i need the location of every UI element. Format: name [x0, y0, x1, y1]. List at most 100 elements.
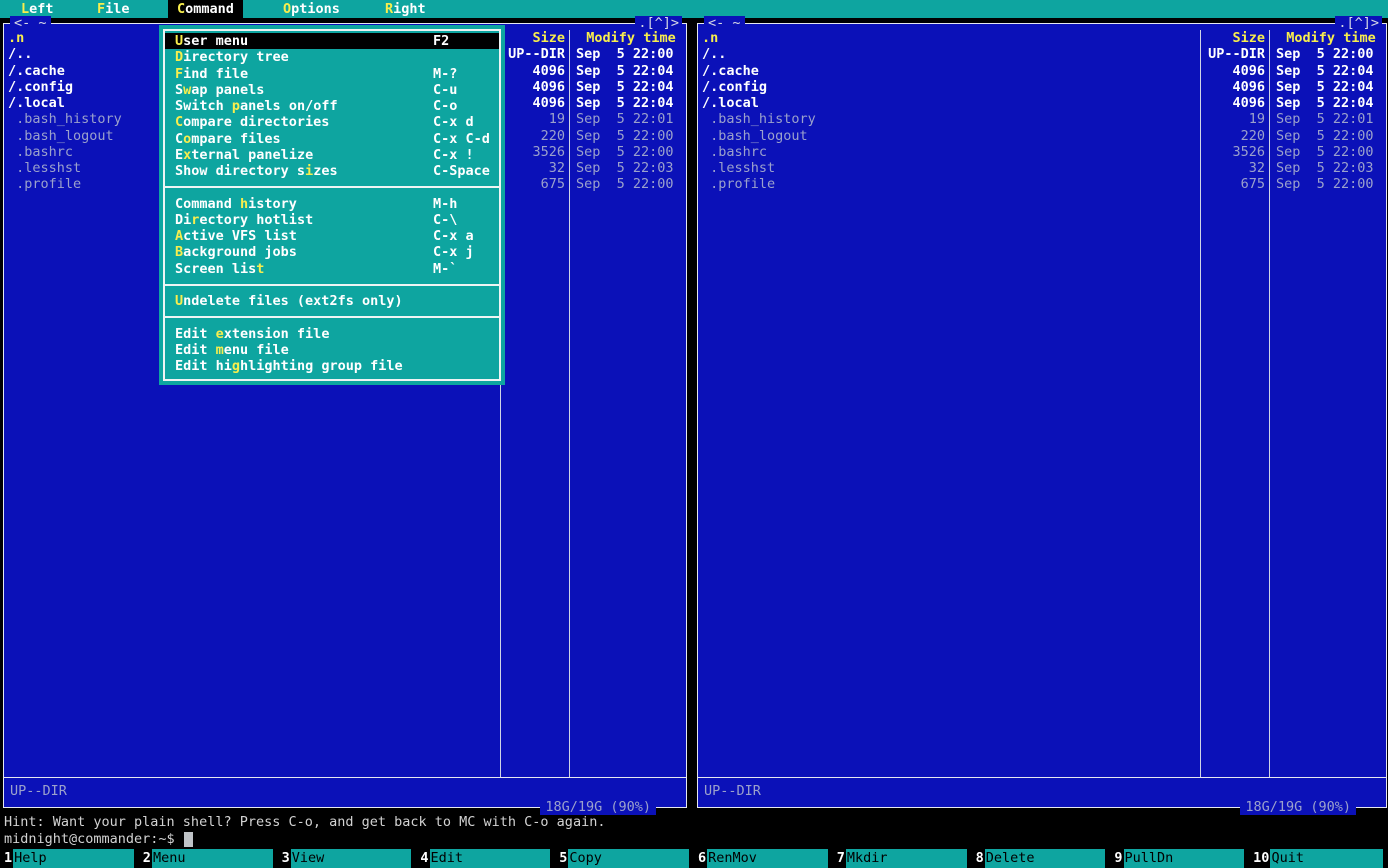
column-header-size[interactable]: Size — [1201, 30, 1269, 46]
file-size: 675 — [1201, 176, 1269, 192]
shell-prompt: midnight@commander:~$ — [4, 831, 175, 847]
menu-item-edit-extension-file[interactable]: Edit extension file — [165, 326, 499, 342]
menu-item-active-vfs-list[interactable]: Active VFS listC-x a — [165, 228, 499, 244]
file-size: UP--DIR — [501, 46, 569, 62]
file-mtime: Sep 5 22:00 — [1270, 128, 1386, 144]
menu-separator — [165, 277, 499, 293]
fkey-help[interactable]: 1Help — [0, 849, 139, 868]
fkey-edit[interactable]: 4Edit — [416, 849, 555, 868]
menu-item-background-jobs[interactable]: Background jobsC-x j — [165, 244, 499, 260]
column-size: Size UP--DIR40964096409619220352632675 — [500, 30, 570, 777]
fkey-quit[interactable]: 10Quit — [1249, 849, 1388, 868]
file-size: 675 — [501, 176, 569, 192]
column-header-mtime[interactable]: Modify time — [570, 30, 686, 46]
fkey-number: 1 — [0, 849, 13, 868]
hint-line: Hint: Want your plain shell? Press C-o, … — [4, 814, 605, 830]
file-mtime: Sep 5 22:04 — [570, 79, 686, 95]
column-name: .n Name /../.cache/.config/.local .bash_… — [698, 30, 1200, 777]
file-list: .n Name /../.cache/.config/.local .bash_… — [698, 30, 1386, 777]
menubar-item-options[interactable]: Options — [274, 0, 349, 18]
fkey-label: Help — [13, 849, 134, 868]
menu-item-compare-directories[interactable]: Compare directoriesC-x d — [165, 114, 499, 130]
fkey-menu[interactable]: 2Menu — [139, 849, 278, 868]
file-name[interactable]: .bash_history — [698, 111, 1200, 127]
menu-item-find-file[interactable]: Find fileM-? — [165, 66, 499, 82]
menu-shortcut: M-? — [433, 66, 457, 82]
fkey-number: 5 — [555, 849, 568, 868]
menu-shortcut: F2 — [433, 33, 449, 49]
menu-item-directory-tree[interactable]: Directory tree — [165, 49, 499, 65]
menu-shortcut: C-o — [433, 98, 457, 114]
file-name[interactable]: /.config — [698, 79, 1200, 95]
fkey-pulldn[interactable]: 9PullDn — [1110, 849, 1249, 868]
menubar-item-file[interactable]: File — [88, 0, 139, 18]
fkey-number: 3 — [278, 849, 291, 868]
file-name[interactable]: /.cache — [698, 63, 1200, 79]
menu-item-external-panelize[interactable]: External panelizeC-x ! — [165, 147, 499, 163]
file-mtime: Sep 5 22:04 — [570, 95, 686, 111]
fkey-label: Menu — [152, 849, 273, 868]
column-header-size[interactable]: Size — [501, 30, 569, 46]
fkey-number: 6 — [694, 849, 707, 868]
fkey-number: 7 — [833, 849, 846, 868]
file-size: 32 — [1201, 160, 1269, 176]
column-mtime: Modify time Sep 5 22:00Sep 5 22:04Sep 5 … — [1270, 30, 1386, 777]
panel-scroll-marker[interactable]: .[^]> — [1335, 16, 1382, 31]
file-mtime: Sep 5 22:00 — [570, 46, 686, 62]
command-line[interactable]: midnight@commander:~$ — [4, 831, 193, 848]
file-name[interactable]: /.local — [698, 95, 1200, 111]
panel-scroll-marker[interactable]: .[^]> — [635, 16, 682, 31]
fkey-view[interactable]: 3View — [278, 849, 417, 868]
fkey-label: Delete — [985, 849, 1106, 868]
menu-item-compare-files[interactable]: Compare filesC-x C-d — [165, 131, 499, 147]
fkey-renmov[interactable]: 6RenMov — [694, 849, 833, 868]
fkey-number: 2 — [139, 849, 152, 868]
column-size: Size UP--DIR40964096409619220352632675 — [1200, 30, 1270, 777]
column-header-mtime[interactable]: Modify time — [1270, 30, 1386, 46]
fkey-mkdir[interactable]: 7Mkdir — [833, 849, 972, 868]
column-header-name[interactable]: .n Name — [698, 30, 1200, 46]
menu-item-directory-hotlist[interactable]: Directory hotlistC-\ — [165, 212, 499, 228]
file-name[interactable]: /.. — [698, 46, 1200, 62]
file-name[interactable]: .profile — [698, 176, 1200, 192]
menu-item-show-directory-sizes[interactable]: Show directory sizesC-Space — [165, 163, 499, 179]
fkey-copy[interactable]: 5Copy — [555, 849, 694, 868]
file-size: 4096 — [501, 79, 569, 95]
menu-separator — [165, 309, 499, 325]
fkey-label: Copy — [568, 849, 689, 868]
file-size: 220 — [1201, 128, 1269, 144]
panel-path: <- ~ — [10, 16, 51, 31]
menubar-item-command[interactable]: Command — [168, 0, 243, 18]
menu-item-switch-panels-on-off[interactable]: Switch panels on/offC-o — [165, 98, 499, 114]
file-size: 4096 — [501, 63, 569, 79]
file-name[interactable]: .lesshst — [698, 160, 1200, 176]
menu-item-edit-menu-file[interactable]: Edit menu file — [165, 342, 499, 358]
fkey-number: 8 — [972, 849, 985, 868]
menu-item-screen-list[interactable]: Screen listM-` — [165, 261, 499, 277]
file-name[interactable]: .bash_logout — [698, 128, 1200, 144]
file-mtime: Sep 5 22:04 — [570, 63, 686, 79]
menu-shortcut: C-x a — [433, 228, 474, 244]
menu-shortcut: C-\ — [433, 212, 457, 228]
menu-shortcut: C-x ! — [433, 147, 474, 163]
menu-bar: LeftFileCommandOptionsRight — [0, 0, 1388, 18]
menu-item-user-menu[interactable]: User menuF2 — [165, 33, 499, 49]
sort-indicator: .n — [8, 30, 24, 46]
panel-right: <- ~ .[^]> .n Name /../.cache/.config/.l… — [697, 23, 1387, 808]
menu-item-swap-panels[interactable]: Swap panelsC-u — [165, 82, 499, 98]
file-size: 32 — [501, 160, 569, 176]
menubar-item-right[interactable]: Right — [376, 0, 435, 18]
menu-item-undelete-files-ext2fs-only[interactable]: Undelete files (ext2fs only) — [165, 293, 499, 309]
menu-shortcut: M-h — [433, 196, 457, 212]
fkey-label: Mkdir — [846, 849, 967, 868]
menu-item-command-history[interactable]: Command historyM-h — [165, 196, 499, 212]
file-size: UP--DIR — [1201, 46, 1269, 62]
menu-item-edit-highlighting-group-file[interactable]: Edit highlighting group file — [165, 358, 499, 374]
fkey-delete[interactable]: 8Delete — [972, 849, 1111, 868]
file-name[interactable]: .bashrc — [698, 144, 1200, 160]
file-mtime: Sep 5 22:00 — [1270, 176, 1386, 192]
column-mtime: Modify time Sep 5 22:00Sep 5 22:04Sep 5 … — [570, 30, 686, 777]
menu-shortcut: C-u — [433, 82, 457, 98]
menu-separator — [165, 179, 499, 195]
fkey-number: 4 — [416, 849, 429, 868]
